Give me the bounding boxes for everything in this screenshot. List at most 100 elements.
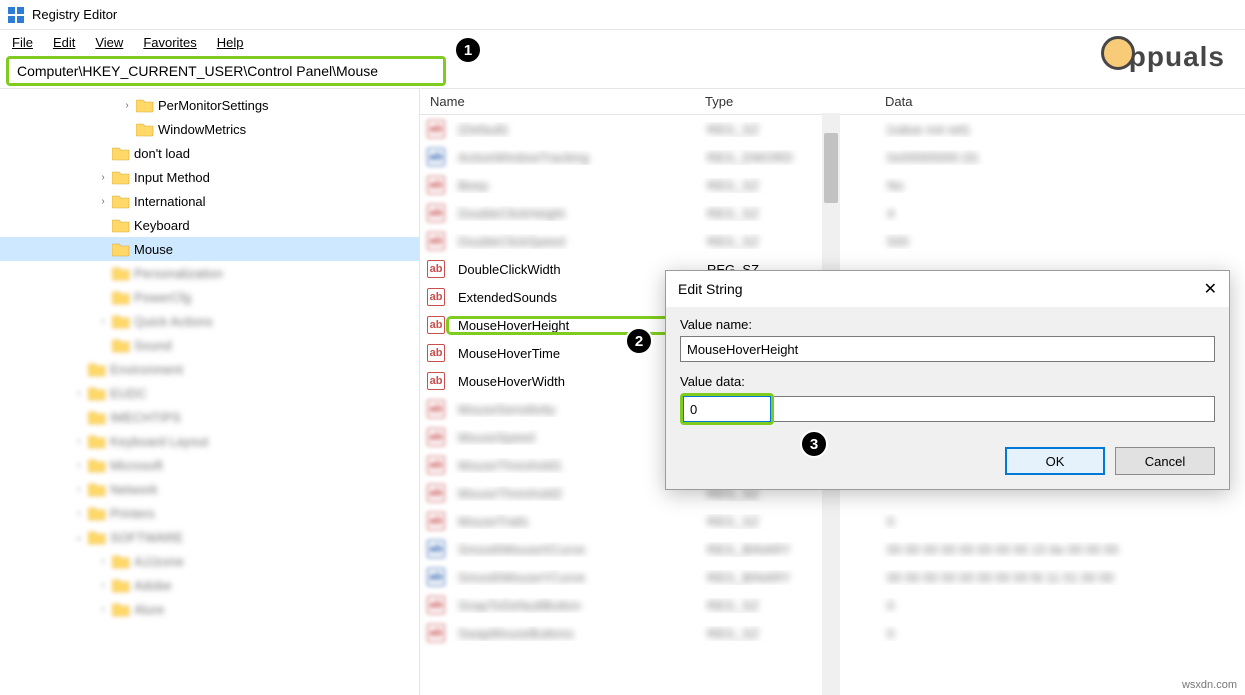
tree-item[interactable]: ⌄SOFTWARE [0, 525, 419, 549]
chevron-icon[interactable]: › [72, 388, 86, 399]
value-type-cell: REG_SZ [697, 122, 877, 137]
address-bar[interactable]: Computer\HKEY_CURRENT_USER\Control Panel… [9, 59, 443, 83]
cancel-button[interactable]: Cancel [1115, 447, 1215, 475]
value-name-cell: Beep [448, 178, 697, 193]
tree-item[interactable]: Personalization [0, 261, 419, 285]
chevron-icon[interactable]: › [72, 508, 86, 519]
tree-item[interactable]: ›Printers [0, 501, 419, 525]
value-type-cell: REG_SZ [697, 626, 877, 641]
menu-help[interactable]: Help [209, 33, 252, 52]
value-type-icon: ab [426, 399, 446, 419]
value-name-cell: ActiveWindowTracking [448, 150, 697, 165]
chevron-icon[interactable]: › [72, 484, 86, 495]
chevron-icon[interactable]: › [96, 604, 110, 615]
folder-icon [88, 433, 106, 449]
folder-icon [88, 385, 106, 401]
menu-favorites[interactable]: Favorites [135, 33, 204, 52]
chevron-icon[interactable]: ⌄ [72, 532, 86, 543]
dialog-titlebar: Edit String ✕ [666, 271, 1229, 307]
value-type-icon: ab [426, 343, 446, 363]
tree-item[interactable]: Mouse [0, 237, 419, 261]
tree-item[interactable]: › AJJzone [0, 549, 419, 573]
col-header-data[interactable]: Data [875, 94, 1245, 109]
value-data-field[interactable] [683, 396, 771, 422]
value-type-icon: ab [426, 119, 446, 139]
value-name-cell: MouseHoverWidth [448, 374, 697, 389]
folder-icon [112, 169, 130, 185]
tree-item[interactable]: WindowMetrics [0, 117, 419, 141]
ok-button[interactable]: OK [1005, 447, 1105, 475]
chevron-icon[interactable]: › [96, 556, 110, 567]
credit-text: wsxdn.com [1182, 679, 1237, 691]
chevron-icon[interactable]: › [96, 580, 110, 591]
value-data-cell: 500 [877, 234, 1245, 249]
tree-view[interactable]: ›PerMonitorSettingsWindowMetrics don't lo… [0, 89, 420, 695]
chevron-icon[interactable]: › [72, 436, 86, 447]
value-type-cell: REG_BINARY [697, 542, 877, 557]
tree-item[interactable]: › Quick Actions [0, 309, 419, 333]
list-header: Name Type Data [420, 89, 1245, 115]
value-type-cell: REG_SZ [697, 598, 877, 613]
tree-item[interactable]: Keyboard [0, 213, 419, 237]
tree-item-label: Quick Actions [134, 314, 213, 329]
value-type-icon: ab [426, 147, 446, 167]
chevron-icon[interactable]: › [96, 172, 110, 183]
tree-item-label: Mouse [134, 242, 173, 257]
folder-icon [112, 337, 130, 353]
value-type-icon: ab [426, 231, 446, 251]
scrollbar-thumb[interactable] [824, 133, 838, 203]
chevron-icon[interactable]: › [72, 460, 86, 471]
value-name-field[interactable] [680, 336, 1215, 362]
chevron-icon[interactable]: › [120, 100, 134, 111]
value-data-cell: 0x00000000 (0) [877, 150, 1245, 165]
tree-item[interactable]: ›EUDC [0, 381, 419, 405]
folder-icon [88, 481, 106, 497]
menu-edit[interactable]: Edit [45, 33, 83, 52]
tree-item-label: AJJzone [134, 554, 184, 569]
value-name-cell: DoubleClickSpeed [448, 234, 697, 249]
tree-item[interactable]: ›Alure [0, 597, 419, 621]
tree-item[interactable]: Environment [0, 357, 419, 381]
col-header-name[interactable]: Name [420, 94, 695, 109]
value-name-cell: MouseSpeed [448, 430, 697, 445]
value-type-icon: ab [426, 203, 446, 223]
annotation-badge-2: 2 [625, 327, 653, 355]
menu-view[interactable]: View [87, 33, 131, 52]
tree-item[interactable]: ›International [0, 189, 419, 213]
chevron-icon[interactable]: › [96, 316, 110, 327]
value-type-icon: ab [426, 175, 446, 195]
folder-icon [136, 97, 154, 113]
tree-item[interactable]: PowerCfg [0, 285, 419, 309]
tree-item[interactable]: Sound [0, 333, 419, 357]
tree-item[interactable]: › Input Method [0, 165, 419, 189]
annotation-badge-1: 1 [454, 36, 482, 64]
tree-item[interactable]: don't load [0, 141, 419, 165]
value-data-rest[interactable] [774, 396, 1215, 422]
tree-item[interactable]: IMECHTIPS [0, 405, 419, 429]
folder-icon [112, 265, 130, 281]
folder-icon [112, 601, 130, 617]
tree-item[interactable]: ›Microsoft [0, 453, 419, 477]
chevron-icon[interactable]: › [96, 196, 110, 207]
tree-item[interactable]: ›PerMonitorSettings [0, 93, 419, 117]
tree-item[interactable]: ›Keyboard Layout [0, 429, 419, 453]
col-header-type[interactable]: Type [695, 94, 875, 109]
value-name-cell: SmoothMouseXCurve [448, 542, 697, 557]
tree-item-label: Adobe [134, 578, 172, 593]
brand-head-icon [1101, 36, 1135, 70]
value-type-icon: ab [426, 567, 446, 587]
tree-item-label: IMECHTIPS [110, 410, 181, 425]
value-name-cell: DoubleClickHeight [448, 206, 697, 221]
tree-item-label: Input Method [134, 170, 210, 185]
value-type-cell: REG_SZ [697, 178, 877, 193]
dialog-title: Edit String [678, 281, 743, 297]
tree-item[interactable]: › Adobe [0, 573, 419, 597]
tree-item-label: don't load [134, 146, 190, 161]
window-title: Registry Editor [32, 7, 117, 22]
address-bar-highlight: Computer\HKEY_CURRENT_USER\Control Panel… [6, 56, 446, 86]
brand-logo: ppuals [1101, 40, 1225, 74]
tree-item[interactable]: ›Network [0, 477, 419, 501]
folder-icon [88, 505, 106, 521]
close-icon[interactable]: ✕ [1204, 279, 1217, 299]
menu-file[interactable]: File [4, 33, 41, 52]
